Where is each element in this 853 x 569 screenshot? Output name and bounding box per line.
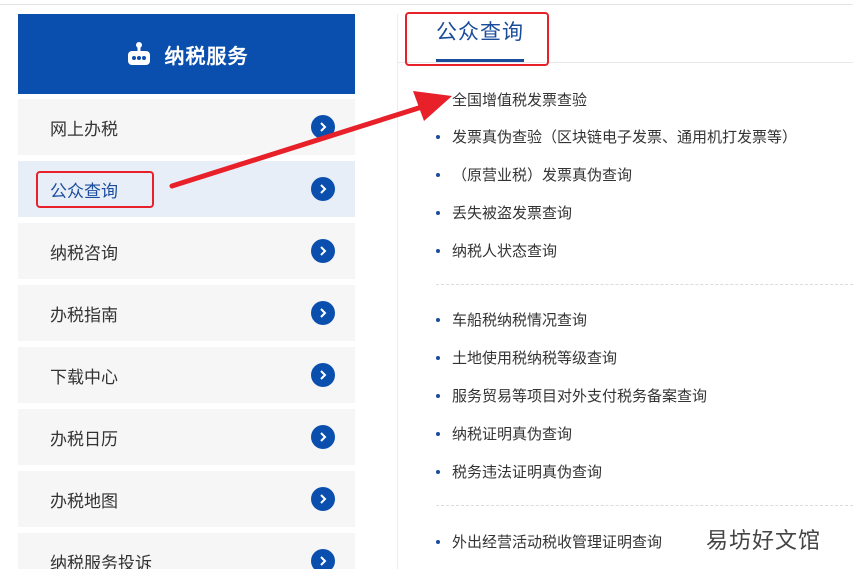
- sidebar-item-tax-consult[interactable]: 纳税咨询: [18, 223, 355, 279]
- chevron-right-icon: [311, 425, 335, 449]
- sidebar-item-online-tax[interactable]: 网上办税: [18, 99, 355, 155]
- sidebar-title: 纳税服务: [164, 43, 249, 68]
- bullet: [436, 431, 440, 436]
- sidebar-item-label: 办税地图: [50, 491, 118, 512]
- query-link-label: 税务违法证明真伪查询: [452, 463, 603, 481]
- bullet: [436, 134, 440, 139]
- sidebar-item-label: 办税指南: [50, 305, 118, 326]
- annotation-highlight-title: [405, 12, 549, 66]
- chevron-right-icon: [311, 549, 335, 569]
- chevron-right-icon: [311, 239, 335, 263]
- query-link-land-tax-grade[interactable]: 土地使用税纳税等级查询: [436, 347, 617, 368]
- section-divider: [436, 505, 853, 506]
- query-link-violation-certificate[interactable]: 税务违法证明真伪查询: [436, 461, 602, 482]
- query-link-label: 纳税证明真伪查询: [452, 425, 573, 443]
- sidebar-item-label: 下载中心: [50, 367, 118, 388]
- query-link-service-trade-filing[interactable]: 服务贸易等项目对外支付税务备案查询: [436, 385, 707, 406]
- sidebar-item-label: 网上办税: [50, 119, 118, 140]
- query-link-lost-invoice[interactable]: 丢失被盗发票查询: [436, 202, 572, 223]
- query-link-label: （原营业税）发票真伪查询: [452, 166, 633, 184]
- chevron-right-icon: [311, 301, 335, 325]
- bullet: [436, 539, 440, 544]
- bullet: [436, 393, 440, 398]
- sidebar-item-tax-map[interactable]: 办税地图: [18, 471, 355, 527]
- bullet: [436, 248, 440, 253]
- query-link-label: 外出经营活动税收管理证明查询: [452, 533, 663, 551]
- query-link-taxpayer-status[interactable]: 纳税人状态查询: [436, 240, 557, 261]
- query-link-invoice-verify[interactable]: 发票真伪查验（区块链电子发票、通用机打发票等）: [436, 126, 797, 147]
- bullet: [436, 469, 440, 474]
- bullet: [436, 172, 440, 177]
- sidebar-header: 纳税服务: [18, 14, 355, 94]
- query-link-label: 发票真伪查验（区块链电子发票、通用机打发票等）: [452, 128, 798, 146]
- query-link-label: 车船税纳税情况查询: [452, 311, 588, 329]
- query-link-label: 纳税人状态查询: [452, 242, 558, 260]
- top-divider: [0, 4, 853, 5]
- sidebar-item-downloads[interactable]: 下载中心: [18, 347, 355, 403]
- sidebar-item-label: 纳税咨询: [50, 243, 118, 264]
- sidebar-item-tax-calendar[interactable]: 办税日历: [18, 409, 355, 465]
- chevron-right-icon: [311, 115, 335, 139]
- chevron-right-icon: [311, 177, 335, 201]
- sidebar: 纳税服务 网上办税 公众查询 纳税咨询 办税指南 下载中心 办税日历 办税地图 …: [18, 14, 355, 569]
- service-icon: [125, 40, 153, 68]
- bullet: [436, 97, 440, 102]
- query-link-label: 全国增值税发票查验: [452, 91, 588, 109]
- watermark: 易坊好文馆: [706, 529, 822, 554]
- chevron-right-icon: [311, 487, 335, 511]
- query-link-business-tax-invoice[interactable]: （原营业税）发票真伪查询: [436, 164, 632, 185]
- sidebar-item-label: 办税日历: [50, 429, 118, 450]
- query-link-label: 土地使用税纳税等级查询: [452, 349, 618, 367]
- query-link-vehicle-tax[interactable]: 车船税纳税情况查询: [436, 309, 587, 330]
- query-link-tax-certificate[interactable]: 纳税证明真伪查询: [436, 423, 572, 444]
- vertical-divider: [397, 14, 398, 569]
- bullet: [436, 210, 440, 215]
- query-link-label: 丢失被盗发票查询: [452, 204, 573, 222]
- section-divider: [436, 284, 853, 285]
- bullet: [436, 355, 440, 360]
- sidebar-item-label: 纳税服务投诉: [50, 553, 152, 569]
- annotation-highlight-sidebar: [36, 171, 154, 208]
- query-link-outbound-business[interactable]: 外出经营活动税收管理证明查询: [436, 531, 662, 552]
- sidebar-item-tax-guide[interactable]: 办税指南: [18, 285, 355, 341]
- bullet: [436, 317, 440, 322]
- query-link-label: 服务贸易等项目对外支付税务备案查询: [452, 387, 708, 405]
- chevron-right-icon: [311, 363, 335, 387]
- query-link-vat-invoice[interactable]: 全国增值税发票查验: [436, 89, 587, 110]
- sidebar-item-complaint[interactable]: 纳税服务投诉: [18, 533, 355, 569]
